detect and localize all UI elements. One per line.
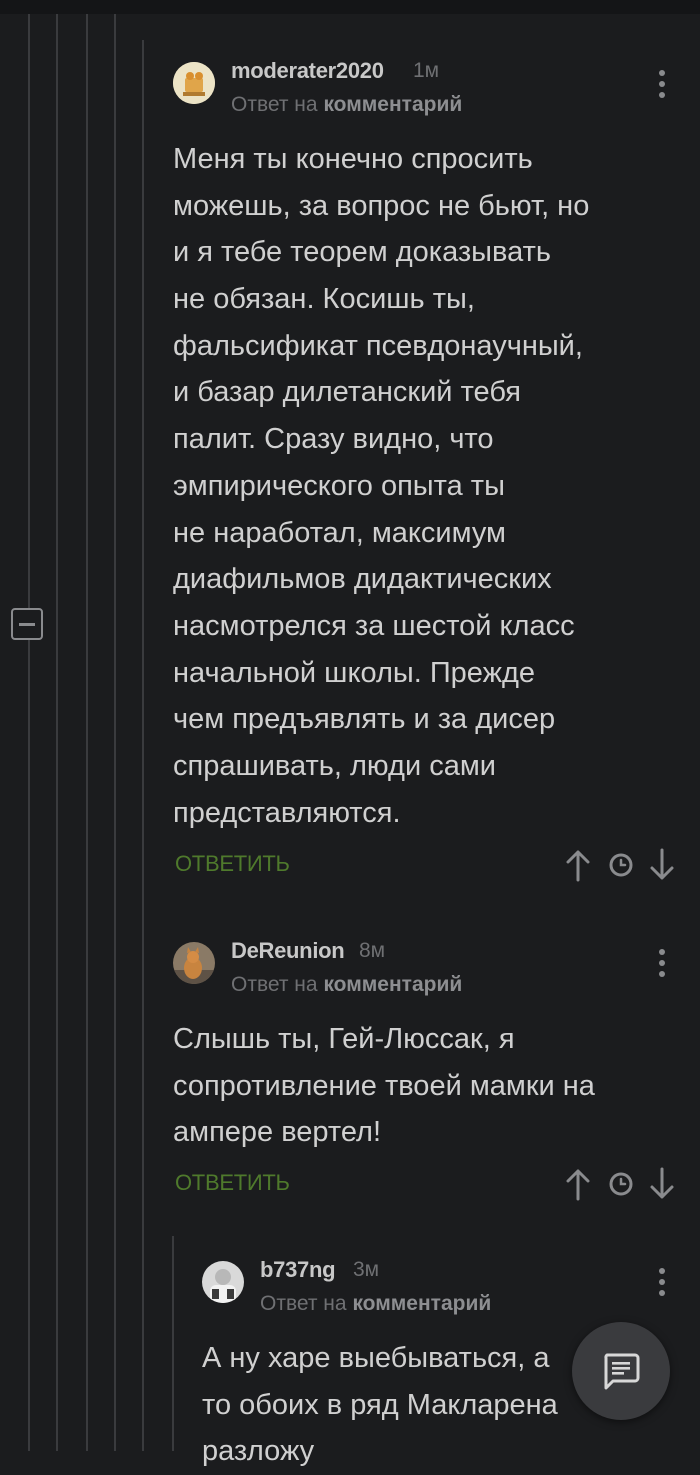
reply-to-label: Ответ на: [260, 1292, 347, 1315]
comment-text-line: А ну харе выебываться, а: [202, 1342, 550, 1374]
comment-age: 1м: [413, 59, 440, 82]
avatar[interactable]: [173, 942, 215, 984]
comment-text-line: начальной школы. Прежде: [173, 656, 536, 689]
comment-text-line: эмпирического опыта ты: [173, 469, 505, 502]
clock-icon[interactable]: [608, 852, 634, 878]
comment-text-line: не наработал, максимум: [173, 516, 506, 549]
reply-to-label: Ответ на: [231, 973, 318, 996]
comment-text: Меня ты конечно спросить можешь, за вопр…: [173, 136, 589, 836]
arrow-down-icon[interactable]: [648, 1167, 676, 1201]
reply-to-line: Ответ на комментарий: [231, 93, 462, 117]
collapse-thread-button[interactable]: [11, 608, 43, 640]
comment-text-line: не обязан. Косишь ты,: [173, 283, 475, 316]
comment-text-line: диафильмов дидактических: [173, 563, 552, 596]
comment-text-line: чем предъявлять и за дисер: [173, 703, 556, 736]
comment-text: А ну харе выебываться, а то обоих в ряд …: [202, 1335, 558, 1475]
comment-icon: [604, 1353, 640, 1390]
comment-text-line: можешь, за вопрос не бьют, но: [173, 189, 590, 222]
comment-actions: [564, 1167, 674, 1201]
comment-text-line: палит. Сразу видно, что: [173, 423, 494, 456]
arrow-up-icon[interactable]: [564, 1167, 592, 1201]
reply-to-link[interactable]: комментарий: [323, 93, 462, 116]
comment-text-line: и базар дилетанский тебя: [173, 376, 521, 409]
reply-to-line: Ответ на комментарий: [260, 1292, 491, 1316]
comment-text-line: насмотрелся за шестой класс: [173, 609, 575, 642]
reply-to-label: Ответ на: [231, 93, 318, 116]
comment-text: Слышь ты, Гей-Люссак, я сопротивление тв…: [173, 1016, 595, 1156]
reply-to-link[interactable]: комментарий: [352, 1292, 491, 1315]
comment-actions: [564, 848, 674, 882]
reply-to-line: Ответ на комментарий: [231, 973, 462, 997]
arrow-down-icon[interactable]: [648, 848, 676, 882]
clock-icon[interactable]: [608, 1171, 634, 1197]
comment-text-line: сопротивление твоей мамки на: [173, 1069, 595, 1102]
comment-fab-button[interactable]: [572, 1322, 670, 1420]
comment-text-line: Слышь ты, Гей-Люссак, я: [173, 1023, 515, 1055]
thread-line: [86, 14, 88, 1451]
reply-button[interactable]: ОТВЕТИТЬ: [175, 851, 290, 877]
comment-text-line: спрашивать, люди сами: [173, 749, 496, 782]
comment-age: 8м: [359, 939, 386, 962]
comment-text-line: представляются.: [173, 796, 401, 829]
username[interactable]: b737ng: [260, 1257, 336, 1283]
thread-line: [172, 1236, 174, 1451]
reply-to-link[interactable]: комментарий: [323, 973, 462, 996]
thread-line: [142, 40, 144, 1451]
comment-text-line: фальсификат псевдонаучный,: [173, 329, 583, 362]
avatar[interactable]: [173, 62, 215, 104]
more-vertical-icon[interactable]: [659, 949, 665, 979]
thread-line: [114, 14, 116, 1451]
username[interactable]: moderater2020: [231, 58, 384, 84]
comment-text-line: ампере вертел!: [173, 1116, 382, 1149]
comment-text-line: и я тебе теорем доказывать: [173, 236, 551, 269]
thread-line: [56, 14, 58, 1451]
comment-text-line: разложу: [202, 1435, 315, 1468]
reply-button[interactable]: ОТВЕТИТЬ: [175, 1170, 290, 1196]
comment-age: 3м: [353, 1258, 380, 1281]
more-vertical-icon[interactable]: [659, 1268, 665, 1298]
avatar[interactable]: [202, 1261, 244, 1303]
arrow-up-icon[interactable]: [564, 848, 592, 882]
more-vertical-icon[interactable]: [659, 70, 665, 100]
username[interactable]: DeReunion: [231, 938, 345, 964]
thread-line: [28, 14, 30, 1451]
comment-text-line: то обоих в ряд Макларена: [202, 1388, 558, 1421]
comment-text-line: Меня ты конечно спросить: [173, 143, 533, 175]
top-bar: [0, 0, 700, 14]
